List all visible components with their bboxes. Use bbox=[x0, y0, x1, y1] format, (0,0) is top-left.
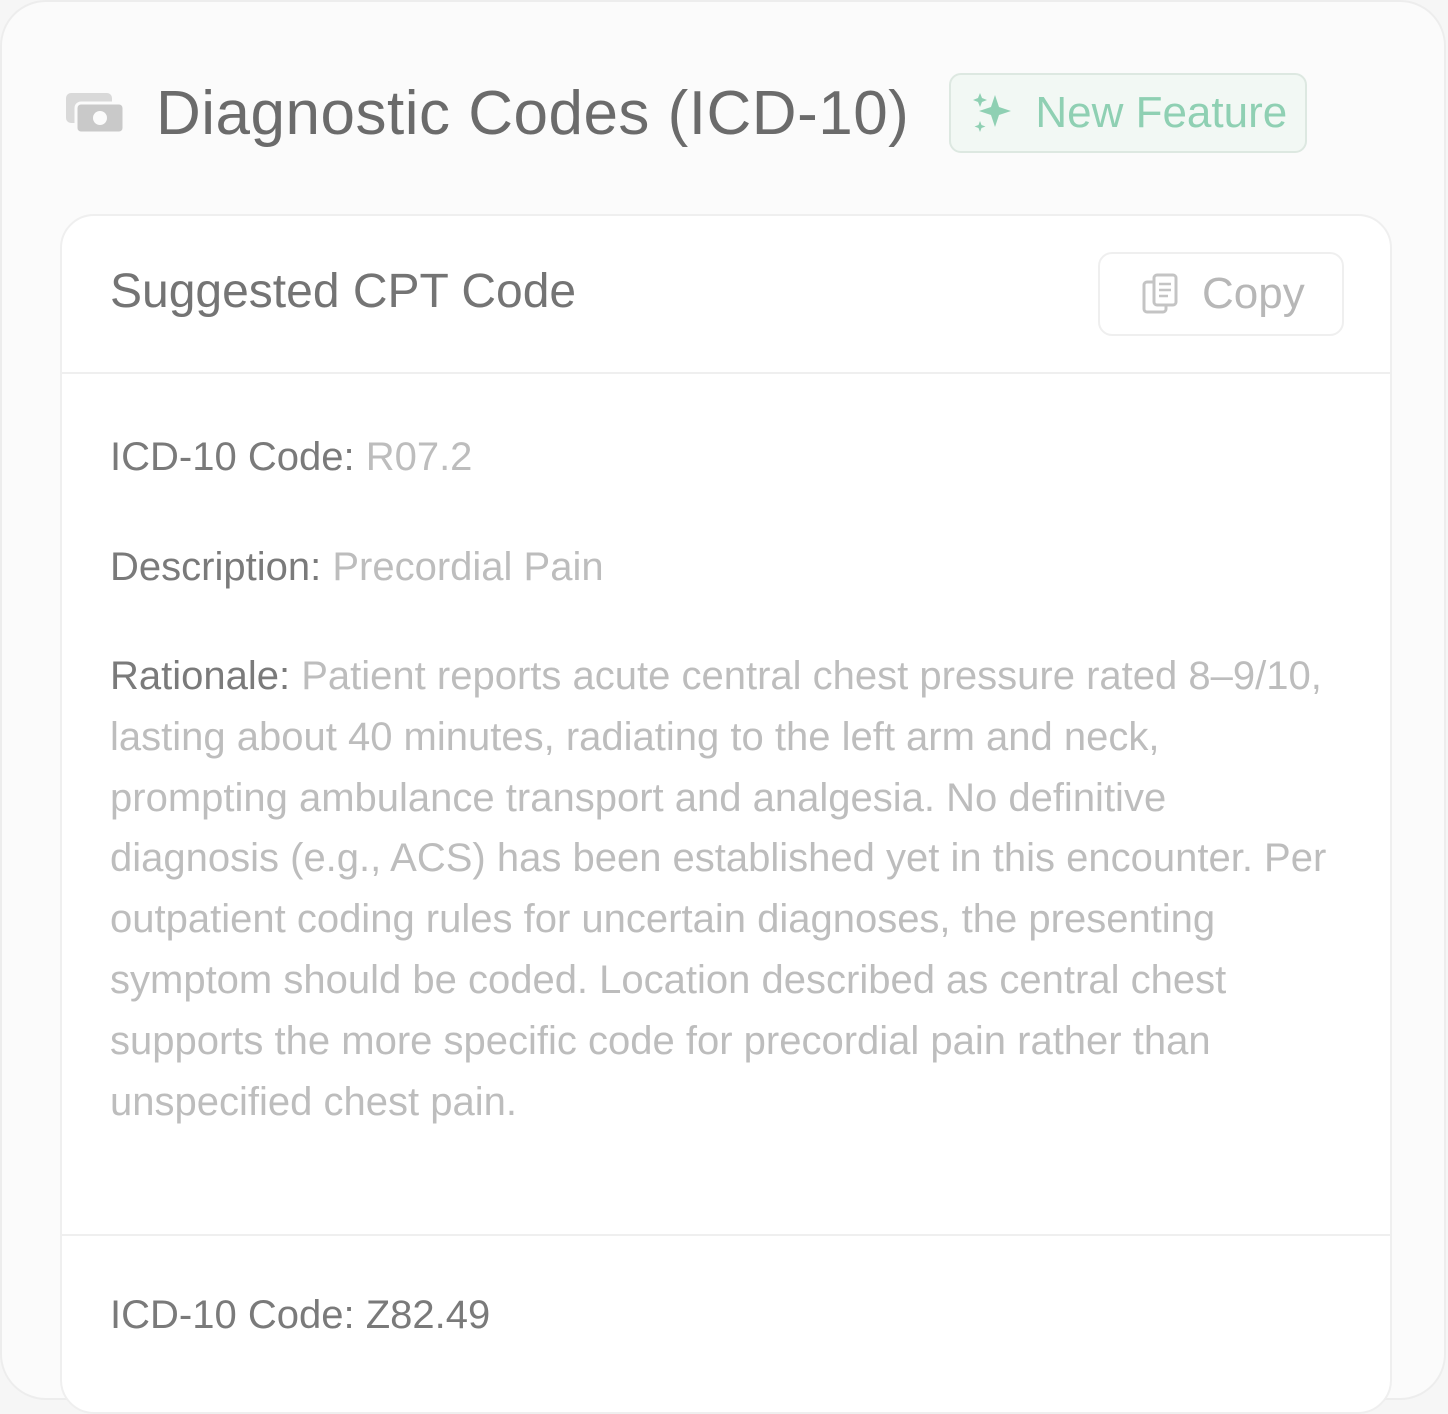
page-title: Diagnostic Codes (ICD-10) bbox=[156, 78, 910, 148]
copy-button-label: Copy bbox=[1202, 269, 1305, 318]
icd-code-field: ICD-10 Code: R07.2 bbox=[110, 426, 1342, 488]
money-icon bbox=[64, 89, 126, 137]
icd-code-field: ICD-10 Code: Z82.49 bbox=[110, 1284, 1342, 1346]
clipboard-icon bbox=[1138, 271, 1182, 317]
description-value: Precordial Pain bbox=[332, 545, 604, 589]
card-title: Suggested CPT Code bbox=[110, 265, 577, 318]
card-header: Suggested CPT Code Copy bbox=[62, 216, 1390, 374]
copy-button[interactable]: Copy bbox=[1098, 252, 1344, 336]
icd-code-value: R07.2 bbox=[365, 435, 473, 479]
icd-code-label: ICD-10 Code: bbox=[110, 1293, 355, 1337]
section-header: Diagnostic Codes (ICD-10) New Feature bbox=[64, 70, 1308, 156]
badge-label: New Feature bbox=[1035, 88, 1288, 137]
rationale-value: Patient reports acute central chest pres… bbox=[110, 654, 1327, 1124]
new-feature-badge: New Feature bbox=[949, 73, 1308, 153]
rationale-label: Rationale: bbox=[110, 654, 291, 698]
code-entry: ICD-10 Code: R07.2 Description: Precordi… bbox=[62, 374, 1390, 1236]
code-entry: ICD-10 Code: Z82.49 bbox=[62, 1236, 1390, 1346]
icd-code-value: Z82.49 bbox=[365, 1293, 491, 1337]
suggested-code-card: Suggested CPT Code Copy ICD-10 Code: R07… bbox=[60, 214, 1392, 1414]
description-label: Description: bbox=[110, 545, 322, 589]
rationale-field: Rationale: Patient reports acute central… bbox=[110, 646, 1342, 1132]
panel-frame: Diagnostic Codes (ICD-10) New Feature Su… bbox=[0, 0, 1446, 1414]
sparkles-icon bbox=[971, 91, 1015, 135]
description-field: Description: Precordial Pain bbox=[110, 536, 1342, 598]
icd-code-label: ICD-10 Code: bbox=[110, 435, 355, 479]
